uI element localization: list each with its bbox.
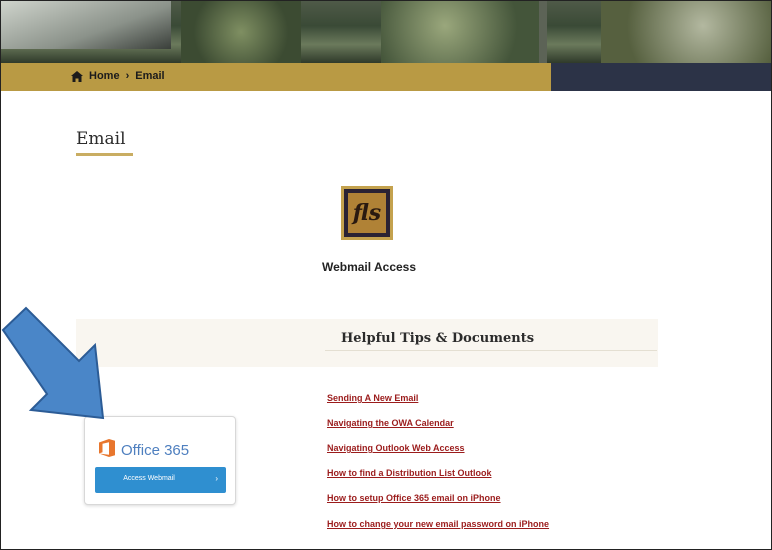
- tips-divider: [325, 350, 657, 351]
- chevron-right-icon: ›: [125, 70, 130, 82]
- access-webmail-label: Access Webmail: [123, 475, 175, 482]
- office365-card: Office 365 Access Webmail ›: [84, 416, 236, 505]
- office-logo-icon: [99, 439, 115, 462]
- title-underline: [76, 153, 133, 156]
- annotation-arrow-icon: [1, 306, 105, 420]
- home-icon[interactable]: [71, 70, 83, 82]
- link-navigating-outlook-web-access[interactable]: Navigating Outlook Web Access: [327, 443, 465, 453]
- link-change-password-iphone[interactable]: How to change your new email password on…: [327, 519, 549, 529]
- breadcrumb-current: Email: [135, 70, 165, 82]
- office365-brand: Office 365: [121, 442, 190, 459]
- link-find-distribution-list[interactable]: How to find a Distribution List Outlook: [327, 468, 491, 478]
- fls-logo[interactable]: fls: [341, 186, 393, 240]
- link-sending-new-email[interactable]: Sending A New Email: [327, 393, 418, 403]
- chevron-right-icon: ›: [215, 474, 218, 483]
- webmail-access-label: Webmail Access: [321, 260, 417, 274]
- access-webmail-button[interactable]: Access Webmail ›: [95, 467, 226, 493]
- page-frame: Home › Email A+ A- Email fls Webmail Acc…: [0, 0, 772, 550]
- breadcrumb-home-link[interactable]: Home: [89, 70, 120, 82]
- link-setup-office365-iphone[interactable]: How to setup Office 365 email on iPhone: [327, 493, 501, 503]
- page-title: Email: [76, 129, 126, 149]
- breadcrumb-bar: Home › Email A+ A-: [1, 63, 771, 91]
- breadcrumb: Home › Email: [71, 70, 165, 82]
- fls-logo-mark: fls: [348, 193, 386, 233]
- link-navigating-owa-calendar[interactable]: Navigating the OWA Calendar: [327, 418, 454, 428]
- tips-heading: Helpful Tips & Documents: [341, 331, 535, 346]
- header-banner-image: [1, 1, 771, 63]
